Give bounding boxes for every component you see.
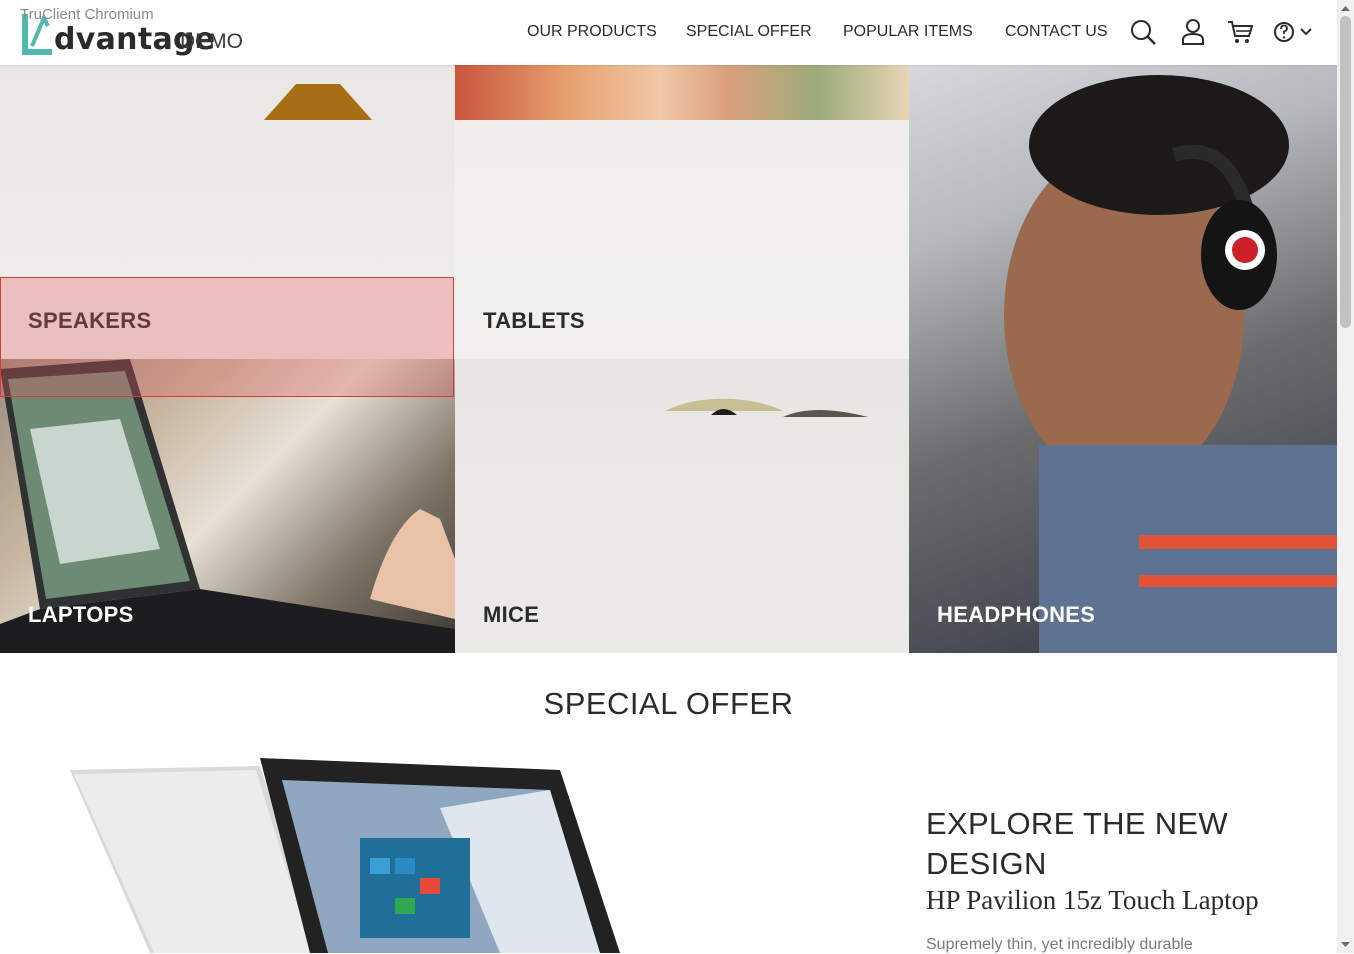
tablets-image-strip <box>455 65 909 120</box>
nav-special-offer[interactable]: SPECIAL OFFER <box>686 23 812 41</box>
search-icon[interactable] <box>1129 18 1157 46</box>
category-speakers-label: SPEAKERS <box>28 308 152 333</box>
offer-heading: EXPLORE THE NEW DESIGN <box>926 806 1228 881</box>
headphones-image <box>1004 75 1337 653</box>
category-headphones-label: HEADPHONES <box>937 602 1096 627</box>
offer-product-name: HP Pavilion 15z Touch Laptop <box>926 885 1259 915</box>
category-headphones[interactable]: HEADPHONES <box>909 65 1337 653</box>
scroll-up-icon[interactable] <box>1341 4 1350 13</box>
browser-label: TruClient Chromium <box>20 6 154 23</box>
category-speakers[interactable]: SPEAKERS <box>0 65 455 359</box>
category-laptops-label: LAPTOPS <box>28 602 134 627</box>
special-offer-title: SPECIAL OFFER <box>543 686 794 721</box>
scroll-down-icon[interactable] <box>1341 940 1350 949</box>
site-header: dvantage DEMO OUR PRODUCTS SPECIAL OFFER… <box>0 0 1337 65</box>
help-icon[interactable] <box>1273 18 1295 46</box>
category-mice-label: MICE <box>483 602 540 627</box>
chevron-down-icon[interactable] <box>1299 18 1313 46</box>
offer-laptop-image[interactable] <box>60 748 640 953</box>
speaker-image <box>264 84 372 120</box>
mouse-image <box>665 398 868 417</box>
vertical-scrollbar[interactable] <box>1337 0 1354 953</box>
category-tablets[interactable]: TABLETS <box>455 65 909 359</box>
nav-our-products[interactable]: OUR PRODUCTS <box>527 23 657 41</box>
category-mice[interactable]: MICE <box>455 359 909 653</box>
user-icon[interactable] <box>1179 18 1207 46</box>
scrollbar-thumb[interactable] <box>1340 16 1351 328</box>
category-laptops[interactable]: LAPTOPS <box>0 359 455 653</box>
nav-contact-us[interactable]: CONTACT US <box>1005 23 1108 41</box>
cart-icon[interactable] <box>1226 18 1254 46</box>
category-tablets-label: TABLETS <box>483 308 585 333</box>
nav-popular-items[interactable]: POPULAR ITEMS <box>843 23 973 41</box>
offer-description: Supremely thin, yet incredibly durable <box>926 936 1193 953</box>
